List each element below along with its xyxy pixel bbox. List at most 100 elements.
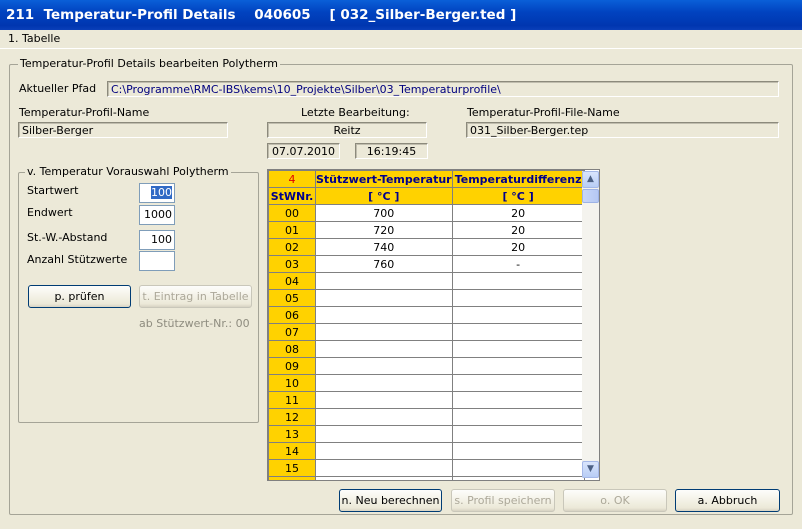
row-number-cell[interactable]: 05 [268,289,316,307]
end-label: Endwert [27,206,73,219]
difference-cell[interactable] [451,391,585,409]
profile-name-label: Temperatur-Profil-Name [19,106,150,119]
last-edit-label: Letzte Bearbeitung: [301,106,410,119]
row-number-cell[interactable]: 01 [268,221,316,239]
difference-cell[interactable] [451,374,585,392]
temperature-cell[interactable] [315,476,453,480]
temperature-cell[interactable] [315,391,453,409]
row-number-cell[interactable]: 07 [268,323,316,341]
table-row[interactable]: 05 [268,289,585,307]
row-number-cell[interactable]: 03 [268,255,316,273]
difference-cell[interactable] [451,289,585,307]
temperature-cell[interactable] [315,459,453,477]
temperature-cell[interactable]: 720 [315,221,453,239]
difference-cell[interactable] [451,340,585,358]
table-row[interactable]: 15 [268,459,585,477]
table-row[interactable]: 12 [268,408,585,426]
temperature-cell[interactable] [315,357,453,375]
temperature-cell[interactable] [315,306,453,324]
scroll-thumb[interactable] [582,189,599,203]
temperature-cell[interactable]: 740 [315,238,453,256]
row-number-cell[interactable]: 00 [268,204,316,222]
table-row[interactable]: 00 700 20 [268,204,585,222]
table-row[interactable]: 13 [268,425,585,443]
insert-table-button[interactable]: t. Eintrag in Tabelle [139,285,252,308]
table-row[interactable]: 06 [268,306,585,324]
table-row[interactable]: 04 [268,272,585,290]
arrow-down-icon[interactable]: ▼ [582,461,599,478]
start-label: Startwert [27,184,79,197]
table-row[interactable]: 14 [268,442,585,460]
row-number-cell[interactable]: 15 [268,459,316,477]
table-scrollbar[interactable]: ▲ ▼ [582,171,599,478]
row-number-cell[interactable]: 06 [268,306,316,324]
recalculate-button[interactable]: n. Neu berechnen [339,489,442,512]
count-input[interactable] [139,251,175,271]
difference-cell[interactable]: 20 [451,221,585,239]
window-title: 211 Temperatur-Profil Details 040605 [ 0… [0,0,802,30]
temperature-cell[interactable] [315,289,453,307]
file-name-label: Temperatur-Profil-File-Name [467,106,620,119]
difference-cell[interactable] [451,357,585,375]
difference-cell[interactable] [451,476,585,480]
row-number-cell[interactable]: 14 [268,442,316,460]
temperature-cell[interactable] [315,374,453,392]
cancel-button[interactable]: a. Abbruch [675,489,780,512]
table-row[interactable]: 07 [268,323,585,341]
difference-cell[interactable] [451,425,585,443]
start-input[interactable]: 100 [139,183,175,203]
difference-cell[interactable] [451,272,585,290]
temperature-cell[interactable] [315,408,453,426]
ok-button[interactable]: o. OK [563,489,667,512]
table-row[interactable]: 01 720 20 [268,221,585,239]
path-label: Aktueller Pfad [19,82,97,95]
row-number-cell[interactable]: 16 [268,476,316,480]
row-number-cell[interactable]: 08 [268,340,316,358]
difference-cell[interactable]: 20 [451,204,585,222]
row-number-cell[interactable]: 11 [268,391,316,409]
difference-cell[interactable] [451,459,585,477]
row-number-cell[interactable]: 12 [268,408,316,426]
temperature-cell[interactable] [315,425,453,443]
temperature-cell[interactable]: 700 [315,204,453,222]
dialog-window: 211 Temperatur-Profil Details 040605 [ 0… [0,0,802,529]
arrow-up-icon[interactable]: ▲ [582,171,599,188]
table-row[interactable]: 16 [268,476,585,480]
temperature-table[interactable]: 4 Stützwert-Temperatur Temperaturdiffere… [267,169,600,481]
table-row[interactable]: 02 740 20 [268,238,585,256]
difference-cell[interactable] [451,323,585,341]
table-row[interactable]: 09 [268,357,585,375]
table-row[interactable]: 08 [268,340,585,358]
temperature-cell[interactable]: 760 [315,255,453,273]
temperature-cell[interactable] [315,323,453,341]
difference-cell[interactable]: - [451,255,585,273]
row-number-cell[interactable]: 13 [268,425,316,443]
diff-column-header[interactable]: Temperaturdifferenz [451,170,585,188]
table-row[interactable]: 03 760- [268,255,585,273]
temp-column-header[interactable]: Stützwert-Temperatur [315,170,453,188]
check-button[interactable]: p. prüfen [28,285,131,308]
table-row[interactable]: 10 [268,374,585,392]
row-number-cell[interactable]: 04 [268,272,316,290]
path-field: C:\Programme\RMC-IBS\kems\10_Projekte\Si… [107,81,779,97]
save-profile-button[interactable]: s. Profil speichern [451,489,555,512]
row-number-cell[interactable]: 02 [268,238,316,256]
temperature-cell[interactable] [315,340,453,358]
temperature-cell[interactable] [315,442,453,460]
difference-cell[interactable] [451,408,585,426]
difference-cell[interactable]: 20 [451,238,585,256]
end-input[interactable]: 1000 [139,205,175,225]
temperature-cell[interactable] [315,272,453,290]
difference-cell[interactable] [451,442,585,460]
details-group-label: Temperatur-Profil Details bearbeiten Pol… [18,57,280,70]
last-edit-time-field: 16:19:45 [355,143,428,159]
menu-bar: 1. Tabelle [0,30,802,49]
menu-tabelle[interactable]: 1. Tabelle [8,32,60,45]
row-count-cell: 4 [268,170,316,188]
difference-cell[interactable] [451,306,585,324]
temp-unit-header: [ °C ] [315,187,453,205]
step-input[interactable]: 100 [139,230,175,250]
row-number-cell[interactable]: 10 [268,374,316,392]
table-row[interactable]: 11 [268,391,585,409]
row-number-cell[interactable]: 09 [268,357,316,375]
